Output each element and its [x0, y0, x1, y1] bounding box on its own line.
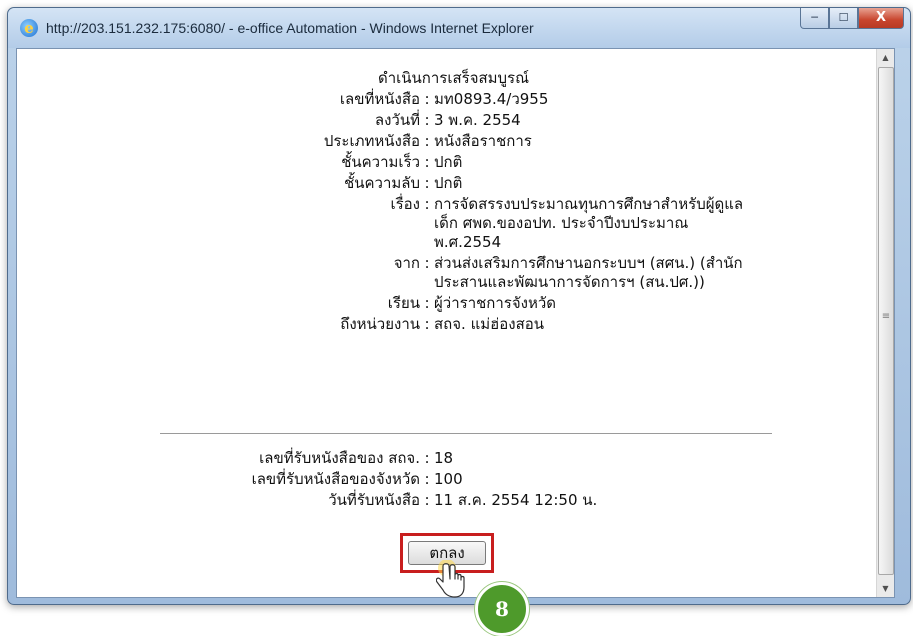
- field-row: ประเภทหนังสือ: หนังสือราชการ: [17, 132, 877, 151]
- vertical-scrollbar[interactable]: ▲ ≡ ▼: [876, 49, 894, 597]
- field-value: 11 ส.ค. 2554 12:50 น.: [434, 491, 598, 509]
- field-row: ชั้นความเร็ว: ปกติ: [17, 153, 877, 172]
- field-value: สถจ. แม่ฮ่องสอน: [434, 315, 545, 333]
- field-separator: :: [424, 254, 430, 272]
- document-fields: เลขที่หนังสือ: มท0893.4/ว955 ลงวันที่:3 พ.…: [17, 90, 877, 336]
- scroll-up-arrow-icon[interactable]: ▲: [877, 49, 894, 66]
- field-label: ชั้นความเร็ว: [341, 153, 420, 171]
- field-label: วันที่รับหนังสือ: [328, 491, 420, 509]
- field-value: การจัดสรรงบประมาณทุนการศึกษาสำหรับผู้ดูแ…: [434, 195, 744, 251]
- field-value: 100: [434, 470, 463, 488]
- field-row: ถึงหน่วยงาน: สถจ. แม่ฮ่องสอน: [17, 315, 877, 334]
- field-separator: :: [424, 470, 430, 488]
- field-label: ลงวันที่: [374, 111, 420, 129]
- field-separator: :: [424, 153, 430, 171]
- title-bar: e http://203.151.232.175:6080/ - e-offic…: [8, 8, 910, 48]
- field-separator: :: [424, 491, 430, 509]
- field-value: ส่วนส่งเสริมการศึกษานอกระบบฯ (สศน.) (สำน…: [434, 254, 743, 291]
- field-label: ถึงหน่วยงาน: [340, 315, 420, 333]
- scroll-thumb[interactable]: ≡: [878, 67, 894, 575]
- receipt-fields: เลขที่รับหนังสือของ สถจ.:18 เลขที่รับหนัง…: [17, 449, 877, 512]
- field-row: จาก: ส่วนส่งเสริมการศึกษานอกระบบฯ (สศน.) …: [17, 254, 877, 292]
- field-value: มท0893.4/ว955: [434, 90, 549, 108]
- field-separator: :: [424, 449, 430, 467]
- field-row: เลขที่รับหนังสือของ สถจ.:18: [17, 449, 877, 468]
- field-separator: :: [424, 315, 430, 333]
- field-value: ปกติ: [434, 153, 463, 171]
- field-value: ปกติ: [434, 174, 463, 192]
- minimize-button[interactable]: ─: [800, 8, 829, 29]
- field-label: เลขที่หนังสือ: [339, 90, 420, 108]
- browser-window: e http://203.151.232.175:6080/ - e-offic…: [7, 7, 911, 605]
- field-separator: :: [424, 90, 430, 108]
- field-row: เรียน: ผู้ว่าราชการจังหวัด: [17, 294, 877, 313]
- field-value: หนังสือราชการ: [434, 132, 532, 150]
- field-label: จาก: [393, 254, 420, 272]
- close-button[interactable]: X: [858, 8, 904, 29]
- field-label: ชั้นความลับ: [344, 174, 420, 192]
- field-separator: :: [424, 294, 430, 312]
- field-row: ลงวันที่:3 พ.ค. 2554: [17, 111, 877, 130]
- maximize-button[interactable]: ☐: [829, 8, 858, 29]
- field-label: เรื่อง: [390, 195, 420, 213]
- field-separator: :: [424, 174, 430, 192]
- field-label: เลขที่รับหนังสือของจังหวัด: [251, 470, 420, 488]
- ie-icon: e: [20, 19, 38, 37]
- scroll-grip-icon: ≡: [881, 311, 891, 322]
- field-row: เรื่อง: การจัดสรรงบประมาณทุนการศึกษาสำหรั…: [17, 195, 877, 252]
- caption-buttons: ─ ☐ X: [800, 8, 904, 30]
- scroll-down-arrow-icon[interactable]: ▼: [877, 580, 894, 597]
- hand-cursor-icon: [436, 560, 465, 598]
- field-separator: :: [424, 132, 430, 150]
- page-content: ดำเนินการเสร็จสมบูรณ์ เลขที่หนังสือ: มท08…: [16, 48, 895, 598]
- field-label: ประเภทหนังสือ: [323, 132, 420, 150]
- step-number-badge: 8: [475, 582, 529, 636]
- field-separator: :: [424, 111, 430, 129]
- field-row: วันที่รับหนังสือ:11 ส.ค. 2554 12:50 น.: [17, 491, 877, 510]
- field-separator: :: [424, 195, 430, 213]
- field-label: เรียน: [387, 294, 420, 312]
- divider: [160, 433, 772, 434]
- field-row: เลขที่หนังสือ: มท0893.4/ว955: [17, 90, 877, 109]
- field-value: ผู้ว่าราชการจังหวัด: [434, 294, 557, 312]
- completion-heading: ดำเนินการเสร็จสมบูรณ์: [378, 69, 530, 87]
- field-row: ชั้นความลับ: ปกติ: [17, 174, 877, 193]
- field-value: 18: [434, 449, 454, 467]
- field-label: เลขที่รับหนังสือของ สถจ.: [259, 449, 420, 467]
- field-value: 3 พ.ค. 2554: [434, 111, 521, 129]
- field-row: เลขที่รับหนังสือของจังหวัด:100: [17, 470, 877, 489]
- window-title: http://203.151.232.175:6080/ - e-office …: [46, 20, 534, 36]
